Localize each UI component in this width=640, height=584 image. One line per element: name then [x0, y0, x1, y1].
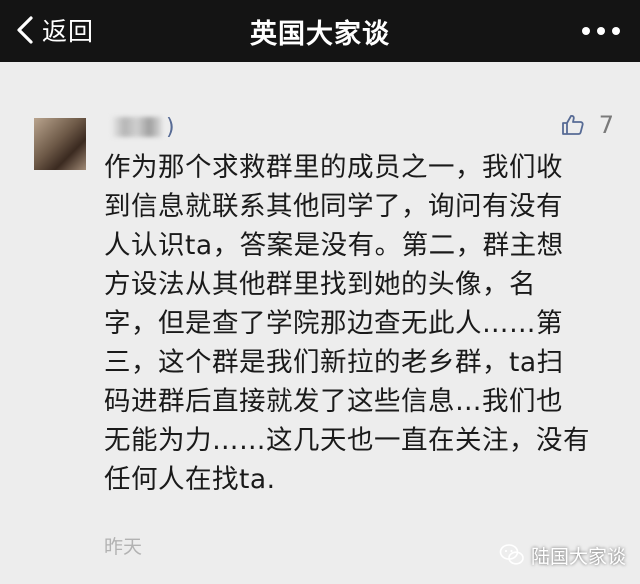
- comment-text: 作为那个求救群里的成员之一，我们收 到信息就联系其他同学了，询问有没有 人认识t…: [104, 152, 590, 495]
- more-dot: [612, 27, 620, 35]
- comment-card: ) 7 作为那个求救群里的成员之一，我们收 到信息就联系其他同学了，询问有没有 …: [0, 62, 640, 584]
- more-dot: [582, 27, 590, 35]
- page-title: 英国大家谈: [250, 19, 390, 50]
- more-dot: [597, 27, 605, 35]
- back-label: 返回: [42, 17, 95, 46]
- like-count: 7: [598, 111, 614, 139]
- chevron-left-icon: [17, 16, 33, 44]
- username-suffix: ): [166, 114, 175, 140]
- comment-username[interactable]: ): [112, 114, 175, 140]
- more-button[interactable]: [582, 20, 620, 42]
- watermark: 陆国大家谈: [499, 540, 626, 570]
- nav-bar: 返回 英国大家谈: [0, 0, 640, 62]
- back-button[interactable]: 返回: [14, 12, 94, 48]
- avatar[interactable]: [34, 118, 86, 170]
- watermark-text: 陆国大家谈: [530, 545, 626, 568]
- wechat-icon: [499, 544, 524, 565]
- like-button[interactable]: 7: [561, 110, 614, 140]
- comment-time: 昨天: [104, 536, 143, 558]
- blurred-name: [112, 117, 162, 137]
- thumbs-up-icon: [561, 114, 584, 135]
